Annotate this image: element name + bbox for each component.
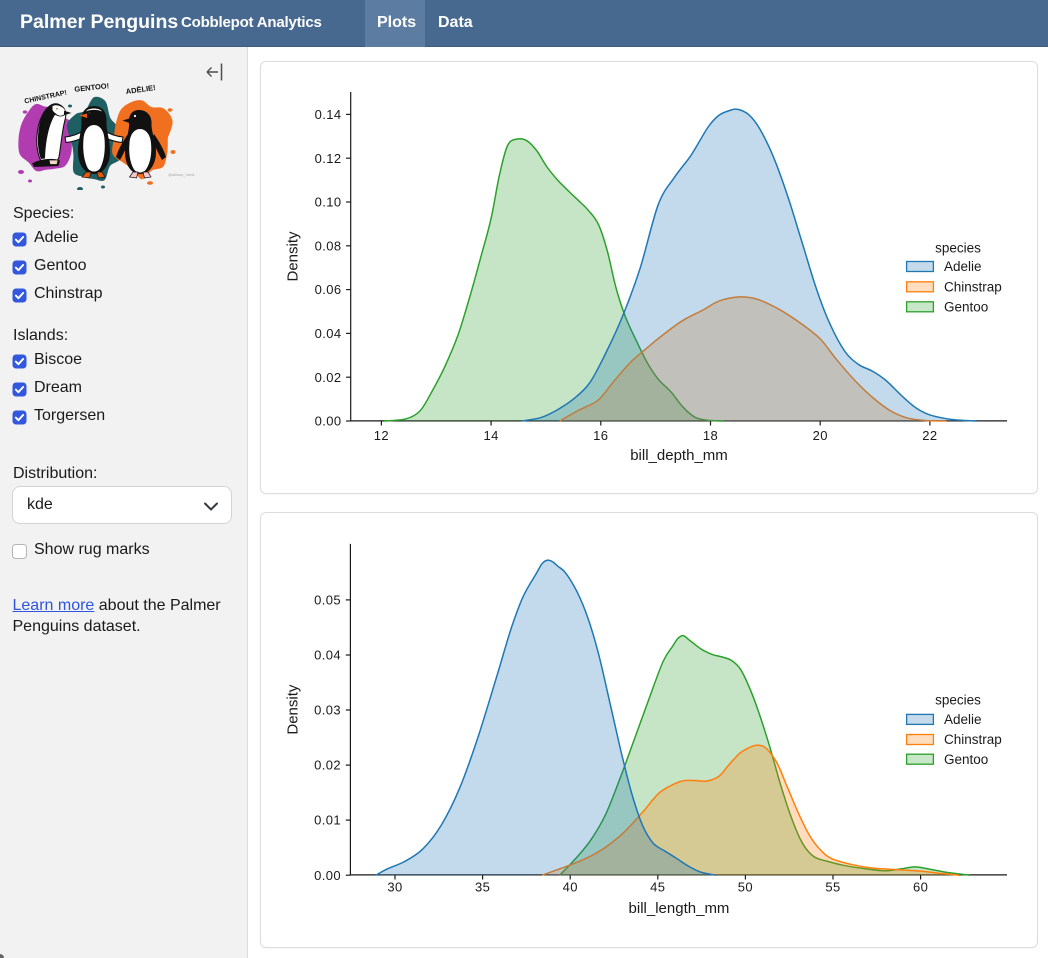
svg-text:16: 16	[593, 428, 608, 443]
svg-text:14: 14	[483, 428, 498, 443]
svg-text:18: 18	[703, 428, 718, 443]
svg-text:0.02: 0.02	[314, 758, 341, 773]
svg-text:0.03: 0.03	[314, 703, 341, 718]
svg-text:55: 55	[825, 879, 840, 894]
svg-text:GENTOO!: GENTOO!	[74, 81, 110, 94]
svg-text:0.12: 0.12	[315, 151, 342, 166]
svg-text:40: 40	[563, 879, 578, 894]
svg-text:Gentoo: Gentoo	[944, 300, 988, 315]
svg-text:Adelie: Adelie	[944, 259, 982, 274]
svg-text:CHINSTRAP!: CHINSTRAP!	[24, 90, 68, 106]
svg-text:35: 35	[475, 879, 490, 894]
svg-text:0.01: 0.01	[314, 813, 341, 828]
svg-text:30: 30	[387, 879, 402, 894]
svg-text:0.00: 0.00	[314, 868, 341, 883]
svg-text:bill_length_mm: bill_length_mm	[629, 900, 730, 917]
svg-text:species: species	[935, 241, 981, 256]
svg-text:Chinstrap: Chinstrap	[944, 280, 1002, 295]
svg-text:species: species	[935, 692, 981, 707]
svg-text:0.08: 0.08	[315, 238, 342, 253]
svg-text:0.05: 0.05	[314, 593, 341, 608]
svg-text:12: 12	[374, 428, 389, 443]
svg-text:@allison_horst: @allison_horst	[168, 172, 195, 177]
svg-text:0.10: 0.10	[315, 195, 342, 210]
svg-text:0.14: 0.14	[315, 107, 342, 122]
svg-text:0.04: 0.04	[314, 648, 341, 663]
svg-text:Chinstrap: Chinstrap	[944, 732, 1002, 747]
svg-text:0.02: 0.02	[315, 370, 342, 385]
svg-text:0.00: 0.00	[315, 414, 342, 429]
svg-text:Density: Density	[285, 231, 302, 282]
svg-text:Gentoo: Gentoo	[944, 752, 988, 767]
svg-text:ADĒLIE!: ADĒLIE!	[125, 83, 156, 96]
svg-text:45: 45	[650, 879, 665, 894]
svg-text:20: 20	[813, 428, 828, 443]
svg-text:60: 60	[913, 879, 928, 894]
svg-text:50: 50	[738, 879, 753, 894]
svg-text:0.04: 0.04	[315, 326, 342, 341]
svg-text:Density: Density	[285, 684, 302, 735]
svg-text:0.06: 0.06	[315, 282, 342, 297]
svg-text:22: 22	[922, 428, 937, 443]
svg-text:Adelie: Adelie	[944, 712, 982, 727]
svg-text:bill_depth_mm: bill_depth_mm	[630, 447, 728, 464]
